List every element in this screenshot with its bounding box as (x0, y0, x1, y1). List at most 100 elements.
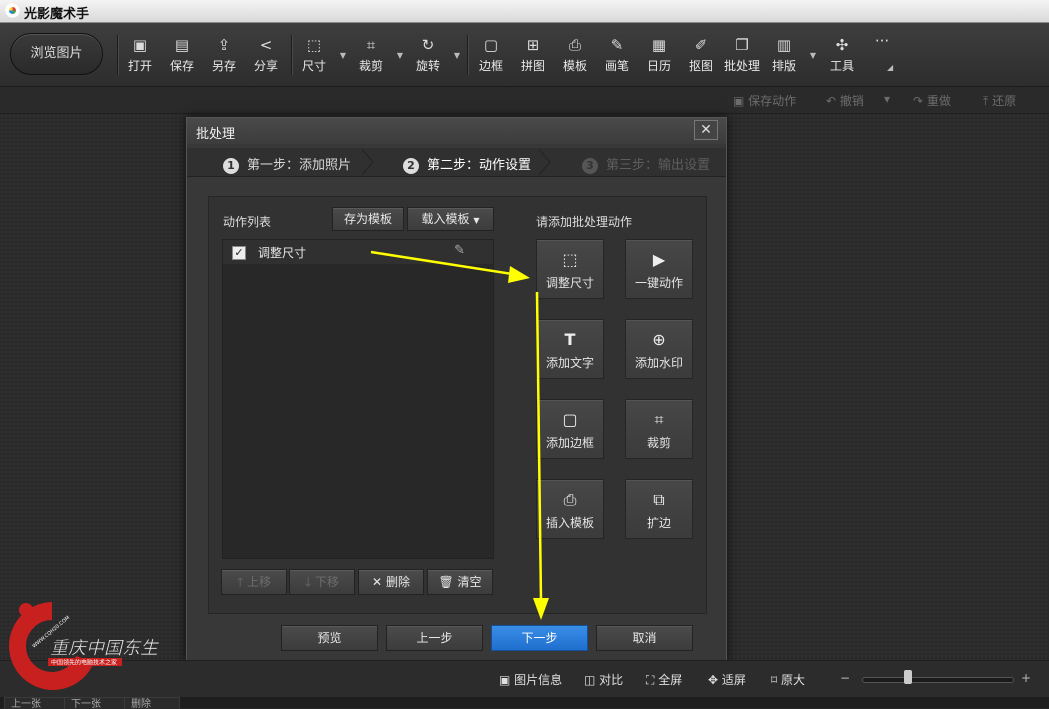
title-bar: 光影魔术手 (0, 0, 1049, 23)
action-list[interactable]: ✓ 调整尺寸 ✎ (222, 239, 494, 559)
tile-add-watermark[interactable]: ⊕ 添加水印 (625, 319, 693, 379)
border-button[interactable]: ▢ 边框 (471, 35, 511, 79)
resize-icon: ⬚ (306, 36, 322, 54)
image-info-button[interactable]: ▣ 图片信息 (499, 671, 562, 688)
load-template-button[interactable]: 载入模板 ▼ (407, 207, 494, 231)
wrench-icon: ✣ (835, 36, 849, 54)
cutout-button[interactable]: ✐ 抠图 (681, 35, 721, 79)
open-button[interactable]: ▣ 打开 (120, 35, 160, 79)
share-button[interactable]: < 分享 (246, 35, 286, 79)
edit-icon[interactable]: ✎ (454, 243, 465, 258)
step-separator (537, 148, 549, 176)
tools-button[interactable]: ✣ 工具 (822, 35, 862, 79)
chevron-down-icon[interactable]: ▼ (340, 51, 346, 60)
close-icon[interactable]: ✕ (694, 120, 718, 140)
tile-add-text[interactable]: T 添加文字 (536, 319, 604, 379)
rotate-icon: ↻ (421, 36, 435, 54)
fit-screen-button[interactable]: ✥ 适屏 (708, 671, 746, 688)
tile-one-click-action[interactable]: ▶ 一键动作 (625, 239, 693, 299)
action-name: 调整尺寸 (258, 246, 307, 260)
tile-add-border[interactable]: ▢ 添加边框 (536, 399, 604, 459)
collage-button[interactable]: ⊞ 拼图 (513, 35, 553, 79)
crop-icon: ⌗ (654, 410, 664, 429)
tile-resize[interactable]: ⬚ 调整尺寸 (536, 239, 604, 299)
list-item[interactable]: ✓ 调整尺寸 ✎ (223, 240, 493, 264)
step-3: 3 第三步：输出设置 (582, 154, 710, 174)
original-size-button[interactable]: ⌑ 原大 (771, 671, 805, 688)
save-button[interactable]: ▤ 保存 (162, 35, 202, 79)
restore-button[interactable]: ⤒ 还原 (983, 92, 1016, 109)
zoom-out-button[interactable]: − (840, 671, 850, 685)
toolbar-divider (291, 35, 292, 75)
batch-button[interactable]: ❐ 批处理 (721, 35, 763, 79)
arrow-down-icon: 🡓 (304, 575, 312, 589)
chevron-down-icon: ▼ (473, 216, 480, 225)
resize-icon: ⬚ (562, 250, 578, 269)
tile-expand-border[interactable]: ⧉ 扩边 (625, 479, 693, 539)
delete-button[interactable]: ✕ 删除 (358, 569, 424, 595)
restore-icon: ⤒ (983, 94, 989, 108)
fullscreen-icon: ⛶ (646, 673, 655, 687)
crop-button[interactable]: ⌗ 裁剪 ▼ (351, 35, 403, 79)
share-icon: < (259, 36, 273, 54)
layout-button[interactable]: ▥ 排版 ▼ (764, 35, 816, 79)
zoom-in-button[interactable]: + (1021, 671, 1031, 685)
move-up-button[interactable]: 🡑 上移 (221, 569, 287, 595)
redo-button[interactable]: ↷ 重做 (913, 92, 951, 109)
batch-dialog: 批处理 ✕ 1 第一步：添加照片 2 第二步：动作设置 3 第三步：输出设置 动作列表… (186, 117, 727, 662)
compare-button[interactable]: ◫ 对比 (584, 671, 623, 688)
add-actions-label: 请添加批处理动作 (536, 215, 633, 229)
browse-images-button[interactable]: 浏览图片 (10, 33, 103, 75)
fullscreen-button[interactable]: ⛶ 全屏 (646, 671, 682, 688)
fit-icon: ✥ (708, 673, 719, 687)
rotate-button[interactable]: ↻ 旋转 ▼ (408, 35, 460, 79)
calendar-icon: ▦ (651, 36, 667, 54)
save-icon: ▤ (174, 36, 190, 54)
save-action-button[interactable]: ▣ 保存动作 (733, 92, 796, 109)
chevron-down-icon[interactable]: ▼ (397, 51, 403, 60)
cancel-button[interactable]: 取消 (596, 625, 693, 651)
toolbar-divider (467, 35, 468, 75)
layout-icon: ▥ (776, 36, 792, 54)
step-1[interactable]: 1 第一步：添加照片 (223, 154, 351, 174)
zoom-slider-thumb[interactable] (904, 670, 912, 684)
compare-icon: ◫ (584, 673, 596, 687)
action-settings-panel: 动作列表 存为模板 载入模板 ▼ ✓ 调整尺寸 ✎ 🡑 上移 🡓 下移 ✕ 删除… (208, 196, 707, 614)
brush-icon: ✎ (610, 36, 624, 54)
action-checkbox[interactable]: ✓ (232, 246, 246, 260)
clear-button[interactable]: 🗑 清空 (427, 569, 493, 595)
toolbar-divider (117, 35, 118, 75)
save-as-button[interactable]: ⇪ 另存 (204, 35, 244, 79)
undo-dropdown[interactable]: ▾ (884, 92, 890, 106)
step-separator (360, 148, 372, 176)
app-title: 光影魔术手 (24, 7, 90, 22)
svg-text:中国领先的电脑技术之家: 中国领先的电脑技术之家 (51, 659, 117, 667)
redo-icon: ↷ (913, 94, 924, 108)
resize-button[interactable]: ⬚ 尺寸 ▼ (294, 35, 346, 79)
action-bar: ▣ 保存动作 ↶ 撤销 ▾ ↷ 重做 ⤒ 还原 (0, 87, 1049, 114)
svg-text:重庆中国东生: 重庆中国东生 (50, 638, 160, 659)
tile-crop[interactable]: ⌗ 裁剪 (625, 399, 693, 459)
template-button[interactable]: ⎙ 模板 (555, 35, 595, 79)
step-indicator: 1 第一步：添加照片 2 第二步：动作设置 3 第三步：输出设置 (187, 148, 726, 177)
insert-template-icon: ⎙ (563, 490, 577, 509)
step-2[interactable]: 2 第二步：动作设置 (403, 154, 531, 174)
previous-step-button[interactable]: 上一步 (386, 625, 483, 651)
save-template-button[interactable]: 存为模板 (332, 207, 404, 231)
chevron-down-icon[interactable]: ▼ (810, 51, 816, 60)
dialog-title: 批处理 (196, 127, 236, 142)
expand-corner-icon[interactable]: ◢ (887, 63, 893, 72)
calendar-button[interactable]: ▦ 日历 (639, 35, 679, 79)
move-down-button[interactable]: 🡓 下移 (289, 569, 355, 595)
preview-button[interactable]: 预览 (281, 625, 378, 651)
undo-button[interactable]: ↶ 撤销 (826, 92, 864, 109)
brush-button[interactable]: ✎ 画笔 (597, 35, 637, 79)
chevron-down-icon[interactable]: ▼ (454, 51, 460, 60)
open-image-icon: ▣ (132, 36, 148, 54)
more-button[interactable]: ··· (862, 31, 902, 75)
next-step-button[interactable]: 下一步 (491, 625, 588, 651)
action-list-label: 动作列表 (223, 215, 272, 229)
dialog-title-bar[interactable]: 批处理 ✕ (187, 118, 726, 144)
tile-insert-template[interactable]: ⎙ 插入模板 (536, 479, 604, 539)
zoom-slider[interactable] (862, 677, 1014, 683)
